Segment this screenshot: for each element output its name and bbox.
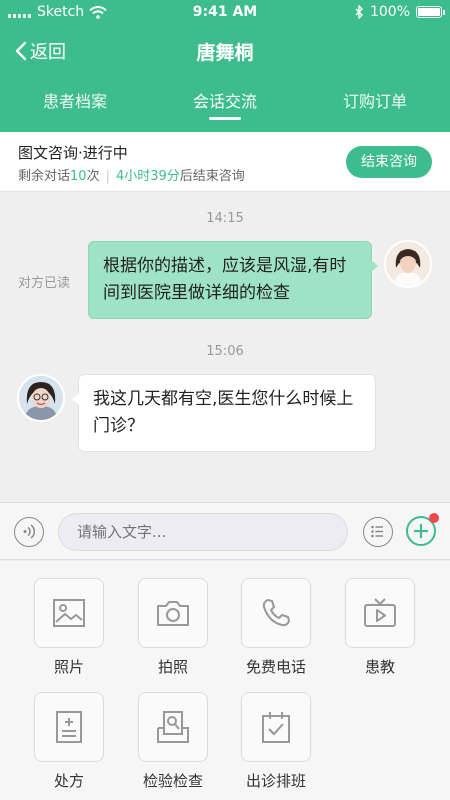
tab-bar: 患者档案 会话交流 订购订单 <box>0 80 450 132</box>
camera-icon <box>157 601 189 626</box>
tool-patient-education-label: 患教 <box>364 658 395 676</box>
tool-clinic-schedule[interactable]: 出诊排班 <box>241 692 311 791</box>
tool-prescription-label: 处方 <box>53 772 84 790</box>
notification-dot <box>429 513 439 523</box>
calendar-check-icon <box>262 712 290 743</box>
tool-clinic-schedule-label: 出诊排班 <box>245 772 306 790</box>
tool-free-call[interactable]: 免费电话 <box>241 578 311 677</box>
chat-area: 14:15 对方已读 根据你的描述，应该是风湿,有时间到医院里做详细的检查 15… <box>0 192 450 502</box>
tool-lab-tests-label: 检验检查 <box>142 772 203 790</box>
app-header: Sketch 9:41 AM 100% 返回 唐舞桐 患者档案 会话交流 订购订… <box>0 0 450 132</box>
time-suffix: 后结束咨询 <box>179 169 245 184</box>
doctor-avatar[interactable] <box>384 240 432 288</box>
prescription-icon <box>56 711 82 743</box>
list-icon <box>371 525 383 538</box>
tab-conversation[interactable]: 会话交流 <box>150 80 300 132</box>
remaining-prefix: 剩余对话 <box>18 169 71 184</box>
end-consultation-button[interactable]: 结束咨询 <box>346 146 432 178</box>
sent-message-bubble[interactable]: 根据你的描述，应该是风湿,有时间到医院里做详细的检查 <box>88 241 378 319</box>
battery-percent: 100% <box>369 4 410 20</box>
tool-prescription-box <box>34 692 104 762</box>
patient-avatar[interactable] <box>17 374 65 422</box>
tool-camera-label: 拍照 <box>157 658 188 676</box>
status-bar: Sketch 9:41 AM 100% <box>0 0 450 26</box>
tab-orders[interactable]: 订购订单 <box>300 80 450 132</box>
tool-clinic-schedule-box <box>241 692 311 762</box>
more-options-button[interactable] <box>406 513 439 546</box>
tool-photo[interactable]: 照片 <box>34 578 104 677</box>
tab-patient-profile[interactable]: 患者档案 <box>0 80 150 132</box>
voice-button[interactable] <box>14 517 44 547</box>
tool-photo-box <box>34 578 104 648</box>
phone-icon <box>262 599 290 627</box>
tool-patient-education[interactable]: 患教 <box>345 578 415 677</box>
tool-photo-label: 照片 <box>53 658 84 676</box>
tool-free-call-box <box>241 578 311 648</box>
tool-free-call-label: 免费电话 <box>245 658 306 676</box>
navigation-bar: 返回 唐舞桐 <box>0 30 450 72</box>
consultation-title: 图文咨询·进行中 <box>18 144 128 162</box>
tools-panel: 照片 拍照 免费电话 患教 处方 检验检查 出诊排班 <box>0 561 450 800</box>
time-left: 4小时39分 <box>115 169 180 184</box>
patient-avatar-image <box>19 376 63 420</box>
tool-camera-box <box>138 578 208 648</box>
tool-patient-education-box <box>345 578 415 648</box>
message-timestamp: 14:15 <box>206 211 244 226</box>
message-input[interactable] <box>58 513 348 551</box>
remaining-suffix: 次 <box>86 169 100 184</box>
consultation-status-bar: 图文咨询·进行中 剩余对话10次 | 4小时39分后结束咨询 结束咨询 <box>0 132 450 192</box>
message-timestamp: 15:06 <box>206 344 244 359</box>
page-title: 唐舞桐 <box>196 42 254 64</box>
remaining-count: 10 <box>70 169 87 184</box>
lab-report-icon <box>157 711 189 743</box>
battery-icon <box>416 6 445 18</box>
doctor-avatar-image <box>386 242 430 286</box>
quick-reply-button[interactable] <box>363 517 393 547</box>
tool-lab-tests-box <box>138 692 208 762</box>
voice-icon <box>23 524 36 539</box>
consultation-info: 剩余对话10次 | 4小时39分后结束咨询 <box>18 169 245 184</box>
tv-play-icon <box>364 598 396 627</box>
tool-camera[interactable]: 拍照 <box>138 578 208 677</box>
status-right: 100% <box>355 4 445 20</box>
tool-lab-tests[interactable]: 检验检查 <box>138 692 208 791</box>
received-message-bubble[interactable]: 我这几天都有空,医生您什么时候上门诊？ <box>72 374 376 452</box>
bluetooth-icon <box>355 5 363 19</box>
image-icon <box>53 599 85 627</box>
read-status: 对方已读 <box>18 276 71 291</box>
tool-prescription[interactable]: 处方 <box>34 692 104 791</box>
input-bar <box>0 502 450 560</box>
